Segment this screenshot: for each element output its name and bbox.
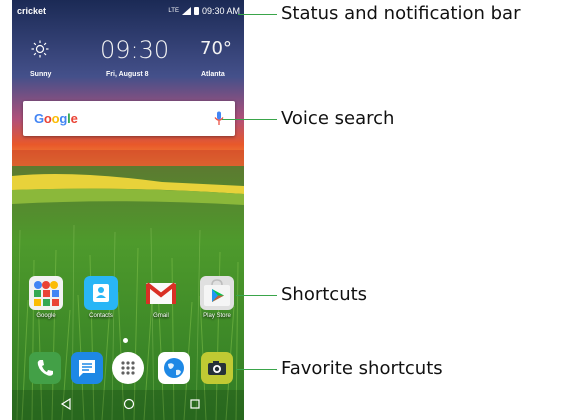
- phone-screen: cricket LTE 09:30 AM 09:30 70° Sunny Fri…: [12, 0, 244, 420]
- callout-line: [222, 119, 277, 120]
- google-folder-icon: [29, 276, 63, 310]
- google-search-bar[interactable]: Google: [23, 101, 235, 136]
- favorite-phone[interactable]: [29, 352, 61, 384]
- battery-icon: [193, 7, 199, 15]
- carrier-name: cricket: [17, 6, 47, 16]
- app-drawer-icon: [121, 361, 135, 375]
- callout-shortcuts: Shortcuts: [281, 284, 368, 305]
- callout-line: [236, 295, 277, 296]
- lte-icon: LTE: [168, 8, 179, 14]
- widget-temperature: 70°: [200, 38, 232, 59]
- shortcut-label: Google: [36, 313, 56, 319]
- status-icons: LTE 09:30 AM: [168, 6, 240, 16]
- shortcut-contacts[interactable]: Contacts: [78, 276, 124, 319]
- camera-icon: [208, 361, 226, 375]
- callout-favorite-shortcuts: Favorite shortcuts: [281, 358, 443, 379]
- favorite-browser[interactable]: [158, 352, 190, 384]
- google-logo: Google: [34, 111, 78, 126]
- shortcut-google[interactable]: Google: [23, 276, 69, 319]
- favorite-camera[interactable]: [201, 352, 233, 384]
- shortcut-label: Contacts: [89, 313, 113, 319]
- weather-condition: Sunny: [30, 71, 52, 78]
- widget-time: 09:30: [100, 36, 170, 64]
- home-icon[interactable]: [123, 398, 135, 410]
- callout-line: [236, 369, 277, 370]
- navigation-bar: [12, 390, 244, 420]
- callout-status-bar: Status and notification bar: [281, 3, 521, 24]
- shortcut-gmail[interactable]: Gmail: [138, 276, 184, 319]
- callout-line: [238, 14, 277, 15]
- sun-icon: [31, 40, 49, 58]
- favorite-messaging[interactable]: [71, 352, 103, 384]
- status-time: 09:30 AM: [201, 6, 240, 16]
- shortcut-play-store[interactable]: Play Store: [194, 276, 240, 319]
- recents-icon[interactable]: [189, 398, 201, 410]
- widget-city: Atlanta: [201, 71, 225, 78]
- shortcut-label: Play Store: [203, 313, 231, 319]
- widget-date: Fri, August 8: [106, 71, 149, 78]
- phone-icon: [37, 360, 53, 376]
- callout-voice-search: Voice search: [281, 108, 395, 129]
- browser-icon: [164, 358, 184, 378]
- messaging-icon: [79, 360, 95, 377]
- gmail-icon: [144, 276, 178, 310]
- status-bar: cricket LTE 09:30 AM: [12, 0, 244, 22]
- page-indicator: [123, 338, 128, 343]
- back-icon[interactable]: [60, 398, 72, 410]
- signal-icon: [181, 7, 191, 15]
- app-drawer-button[interactable]: [112, 352, 144, 384]
- play-store-icon: [200, 276, 234, 310]
- contacts-icon: [84, 276, 118, 310]
- shortcut-label: Gmail: [153, 313, 169, 319]
